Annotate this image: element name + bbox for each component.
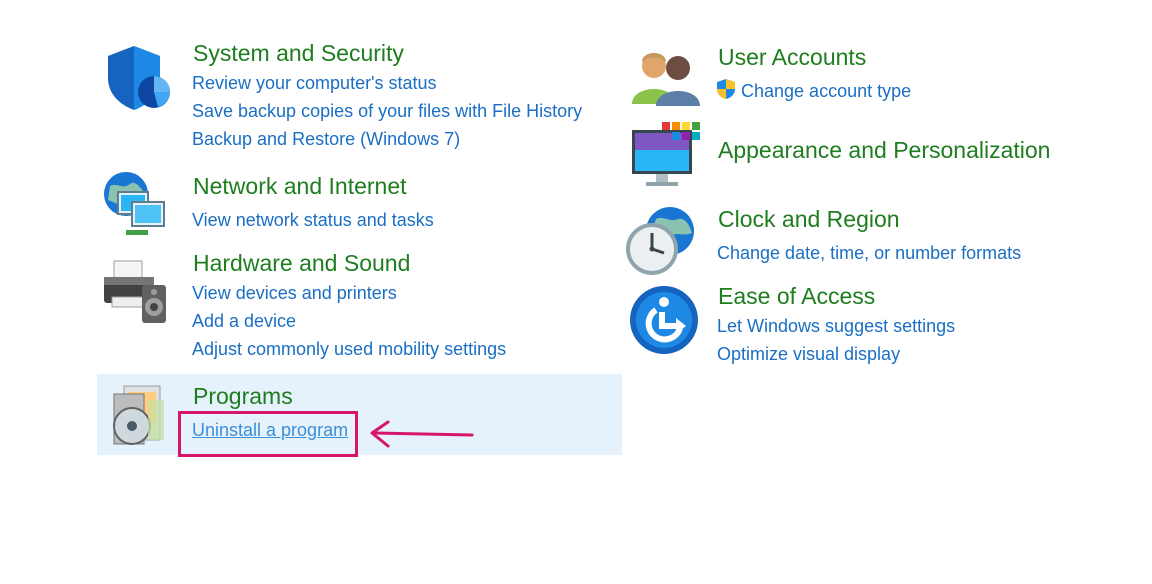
file-history-link[interactable]: Save backup copies of your files with Fi… <box>192 99 582 123</box>
clock-and-region-title[interactable]: Clock and Region <box>718 205 900 233</box>
clock-globe-icon <box>626 207 694 275</box>
user-accounts-title[interactable]: User Accounts <box>718 43 866 71</box>
view-devices-printers-link[interactable]: View devices and printers <box>192 281 397 305</box>
annotation-highlight-box <box>178 411 358 457</box>
printer-speaker-icon <box>104 260 166 323</box>
ease-of-access-title[interactable]: Ease of Access <box>718 282 875 310</box>
shield-icon <box>108 46 170 110</box>
windows-suggest-settings-link[interactable]: Let Windows suggest settings <box>717 314 955 338</box>
monitor-palette-icon <box>632 122 700 186</box>
add-device-link[interactable]: Add a device <box>192 309 296 333</box>
optimize-visual-display-link[interactable]: Optimize visual display <box>717 342 900 366</box>
network-globe-icon <box>104 172 165 235</box>
network-and-internet-title[interactable]: Network and Internet <box>193 172 407 200</box>
annotation-arrow-icon <box>370 420 474 448</box>
change-account-type-link[interactable]: Change account type <box>741 79 911 103</box>
programs-title[interactable]: Programs <box>193 382 293 410</box>
uac-shield-icon <box>717 79 735 99</box>
mobility-settings-link[interactable]: Adjust commonly used mobility settings <box>192 337 506 361</box>
appearance-personalization-title[interactable]: Appearance and Personalization <box>718 136 1050 164</box>
backup-restore-link[interactable]: Backup and Restore (Windows 7) <box>192 127 460 151</box>
change-date-time-formats-link[interactable]: Change date, time, or number formats <box>717 241 1021 265</box>
view-network-status-link[interactable]: View network status and tasks <box>192 208 434 232</box>
hardware-and-sound-title[interactable]: Hardware and Sound <box>193 249 410 277</box>
review-computer-status-link[interactable]: Review your computer's status <box>192 71 437 95</box>
ease-of-access-icon <box>630 286 698 354</box>
system-and-security-title[interactable]: System and Security <box>193 39 404 67</box>
programs-disc-icon <box>113 385 164 445</box>
users-icon <box>632 53 700 106</box>
